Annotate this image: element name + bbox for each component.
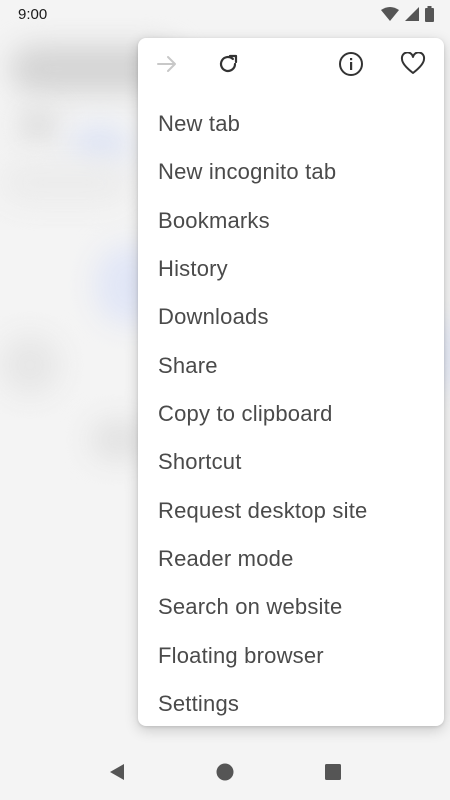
- recents-square-icon: [323, 762, 343, 787]
- menu-item-settings[interactable]: Settings: [138, 680, 444, 726]
- info-button[interactable]: [334, 49, 368, 83]
- forward-button[interactable]: [150, 49, 184, 83]
- system-nav-bar: [0, 742, 450, 800]
- menu-item-copy-to-clipboard[interactable]: Copy to clipboard: [138, 390, 444, 438]
- menu-item-shortcut[interactable]: Shortcut: [138, 438, 444, 486]
- favorite-icon: [400, 50, 426, 81]
- night-mode-icon: [277, 52, 301, 81]
- nav-recents-button[interactable]: [321, 762, 345, 786]
- nav-home-button[interactable]: [213, 762, 237, 786]
- menu-list: New tab New incognito tab Bookmarks Hist…: [138, 100, 444, 726]
- back-triangle-icon: [107, 762, 127, 787]
- status-time: 9:00: [18, 6, 48, 23]
- cell-signal-icon: [405, 7, 419, 26]
- menu-item-new-incognito-tab[interactable]: New incognito tab: [138, 148, 444, 196]
- menu-item-request-desktop-site[interactable]: Request desktop site: [138, 487, 444, 535]
- menu-item-reader-mode[interactable]: Reader mode: [138, 535, 444, 583]
- menu-item-downloads[interactable]: Downloads: [138, 293, 444, 341]
- menu-item-search-on-website[interactable]: Search on website: [138, 583, 444, 631]
- status-bar: 9:00: [0, 0, 450, 30]
- menu-item-new-tab[interactable]: New tab: [138, 100, 444, 148]
- reload-icon: [216, 52, 240, 81]
- browser-overflow-menu: New tab New incognito tab Bookmarks Hist…: [138, 38, 444, 726]
- nav-back-button[interactable]: [105, 762, 129, 786]
- menu-toolbar: [138, 38, 444, 94]
- night-mode-button[interactable]: [272, 49, 306, 83]
- menu-item-bookmarks[interactable]: Bookmarks: [138, 197, 444, 245]
- reload-button[interactable]: [211, 49, 245, 83]
- menu-item-history[interactable]: History: [138, 245, 444, 293]
- wifi-icon: [381, 7, 399, 26]
- home-circle-icon: [215, 762, 235, 787]
- menu-item-floating-browser[interactable]: Floating browser: [138, 632, 444, 680]
- forward-icon: [155, 52, 179, 81]
- battery-icon: [425, 6, 434, 27]
- favorite-button[interactable]: [396, 49, 430, 83]
- info-icon: [338, 51, 364, 82]
- menu-item-share[interactable]: Share: [138, 342, 444, 390]
